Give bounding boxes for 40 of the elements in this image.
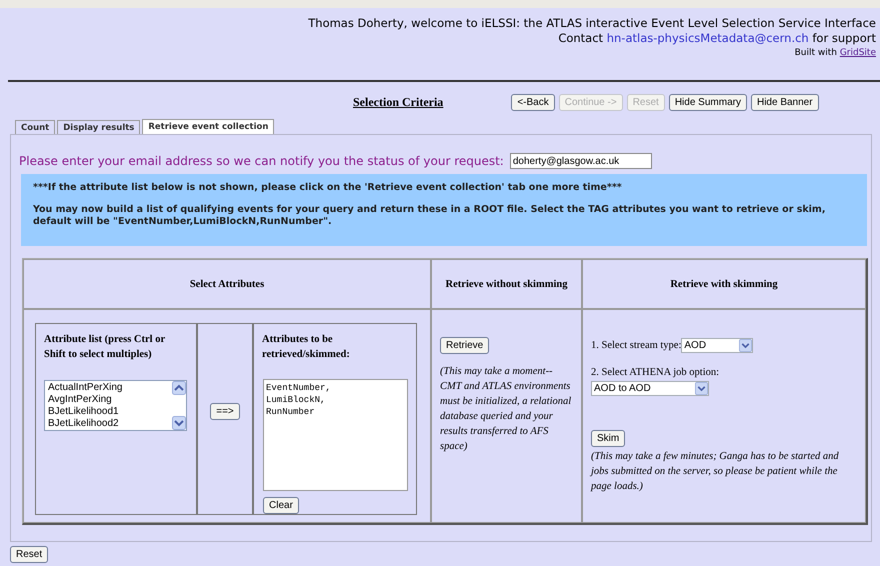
retrieve-note: (This may take a moment--CMT and ATLAS environments must be initialized, a relational database queried and your results transferred to AFS space) <box>440 365 572 454</box>
attribute-list[interactable]: ActualIntPerXing AvgIntPerXing BJetLikelihood1 BJetLikelihood2 <box>44 380 187 431</box>
job-option-select[interactable]: AOD to AOD <box>591 381 709 396</box>
notice-text: ***If the attribute list below is not shown, please click on the 'Retrieve event collection' tab one more time*** <box>33 182 623 194</box>
tab[interactable]: Display results <box>57 120 140 134</box>
clear-button[interactable]: Clear <box>263 497 299 514</box>
tab[interactable]: Retrieve event collection <box>142 119 274 134</box>
welcome-text: Thomas Doherty, welcome to iELSSI: the ATLAS interactive Event Level Selection Service Interface <box>307 16 876 31</box>
stream-type-select[interactable]: AOD <box>681 338 754 353</box>
skim-note: (This may take a few minutes; Ganga has to be started and jobs submitted on the server, so please be patient while the page loads.) <box>591 450 840 494</box>
reset-button[interactable]: Reset <box>10 546 48 563</box>
gridsite-link[interactable]: GridSite <box>840 48 876 58</box>
attribute-option[interactable]: AvgIntPerXing <box>48 394 169 406</box>
email-prompt: Please enter your email address so we can notify you the status of your request: <box>19 154 504 168</box>
attribute-option[interactable]: BJetLikelihood1 <box>48 406 169 418</box>
email-field[interactable]: doherty@glasgow.ac.uk <box>510 153 652 169</box>
email-link[interactable]: hn-atlas-physicsMetadata@cern.ch <box>606 31 809 45</box>
skim-button[interactable]: Skim <box>591 430 626 447</box>
scroll-down-icon[interactable] <box>172 416 186 430</box>
toolbar-button[interactable]: Hide Banner <box>750 94 819 110</box>
section-title: Selection Criteria <box>353 94 444 110</box>
column-header: Retrieve without skimming <box>431 259 582 309</box>
notice-text: You may now build a list of qualifying events for your query and return these in a ROOT file. Select the TAG attributes you want to retrieve or skim, default will be "EventNumber,LumiBlockN,RunNumber". <box>33 204 826 228</box>
contact-text: Contact hn-atlas-physicsMetadata@cern.ch for support <box>557 31 876 46</box>
tab[interactable]: Count <box>15 120 56 134</box>
stream-type-label: 1. Select stream type: <box>591 340 682 351</box>
attribute-list-title: Attribute list (press Ctrl or Shift to select multiples) <box>44 333 166 362</box>
attribute-option[interactable]: BJetLikelihood2 <box>48 418 169 430</box>
selected-attributes-title: Attributes to be retrieved/skimmed: <box>262 333 351 362</box>
column-header: Retrieve with skimming <box>582 259 866 309</box>
scroll-up-icon[interactable] <box>172 381 186 395</box>
add-attribute-button[interactable]: ==> <box>210 403 240 420</box>
toolbar-button[interactable]: Hide Summary <box>668 94 747 110</box>
attribute-option[interactable]: ActualIntPerXing <box>48 382 169 394</box>
toolbar-button[interactable]: <-Back <box>511 94 555 110</box>
built-with-text: Built with GridSite <box>794 47 876 60</box>
job-option-label: 2. Select ATHENA job option: <box>591 367 720 378</box>
column-header: Select Attributes <box>23 259 431 309</box>
selected-attributes-field[interactable]: EventNumber, LumiBlockN, RunNumber <box>263 379 408 491</box>
retrieve-button[interactable]: Retrieve <box>440 337 490 354</box>
